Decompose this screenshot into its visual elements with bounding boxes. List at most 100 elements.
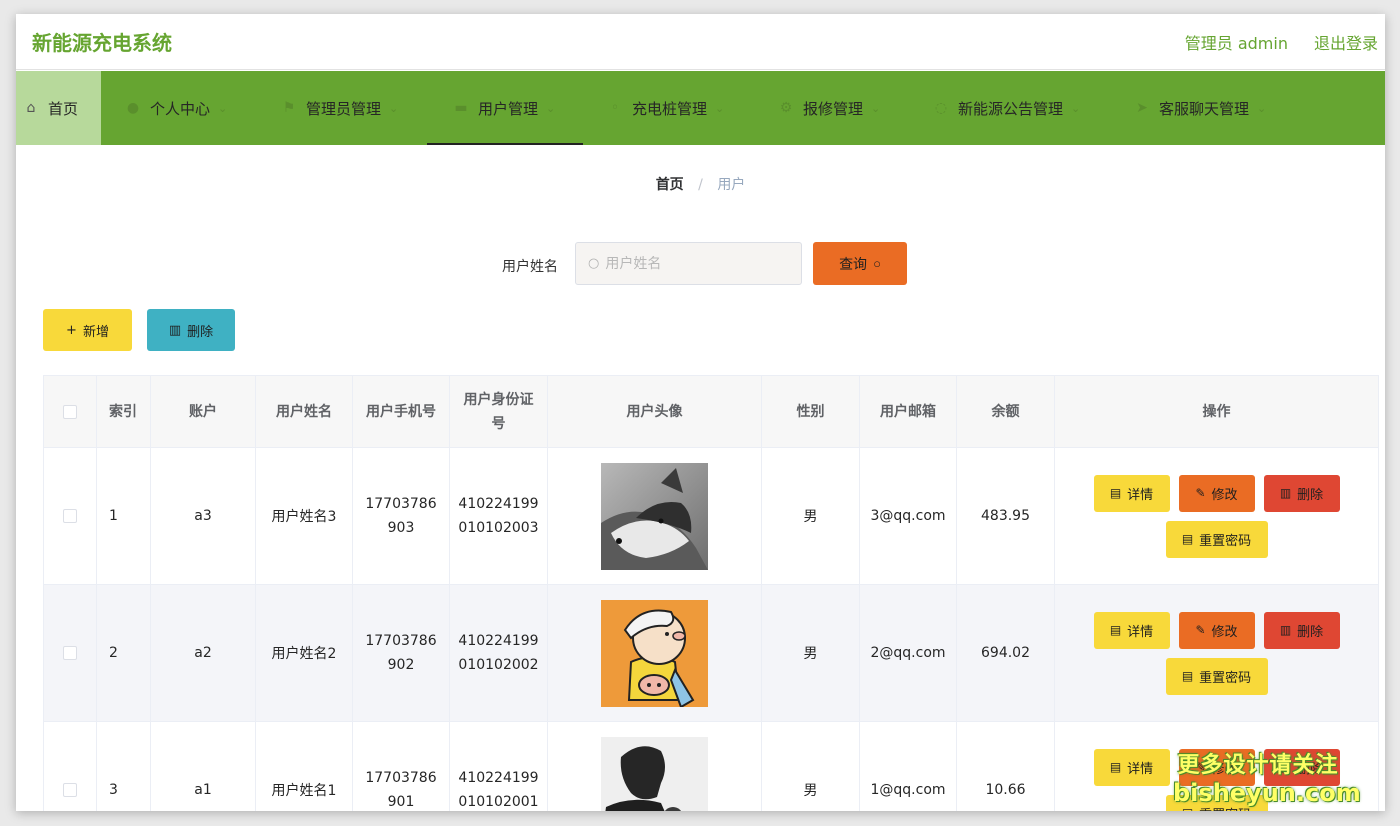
edit-button[interactable]: ✎ 修改 bbox=[1178, 474, 1255, 512]
name-cell: 用户姓名2 bbox=[255, 584, 353, 722]
gender-cell: 男 bbox=[761, 721, 860, 811]
top-header: 新能源充电系统 管理员 admin 退出登录 bbox=[16, 14, 1385, 70]
nav-item-label: 新能源公告管理 bbox=[958, 99, 1064, 118]
select-all-cell bbox=[43, 375, 97, 448]
phone-part: 17703786 bbox=[365, 770, 437, 786]
phone-part: 901 bbox=[387, 794, 415, 810]
balance-cell: 483.95 bbox=[956, 447, 1055, 585]
chevron-down-icon: ⌄ bbox=[1071, 101, 1081, 115]
nav-item-admin[interactable]: ⚑ 管理员管理 ⌄ bbox=[281, 71, 427, 145]
phone-part: 17703786 bbox=[365, 496, 437, 512]
account-cell: a1 bbox=[150, 721, 256, 811]
detail-label: 详情 bbox=[1127, 760, 1154, 776]
add-button-label: 新增 bbox=[82, 324, 109, 340]
row-select-cell bbox=[43, 584, 97, 722]
document-icon: ▤ bbox=[1181, 669, 1194, 683]
avatar bbox=[601, 462, 708, 570]
current-user[interactable]: 管理员 admin bbox=[1185, 30, 1288, 54]
actions-cell: ▤ 详情 ✎ 修改 ▥ 删除 ▤ 重置密码 bbox=[1054, 584, 1379, 722]
email-cell: 1@qq.com bbox=[859, 721, 957, 811]
plus-icon: + bbox=[66, 322, 77, 338]
id-card-cell: 410224199 010102003 bbox=[449, 447, 548, 585]
avatar bbox=[601, 736, 708, 811]
reset-password-button[interactable]: ▤ 重置密码 bbox=[1165, 794, 1268, 811]
table-row: 2 a2 用户姓名2 17703786 902 410224199 01010200… bbox=[43, 584, 1379, 722]
nav-item-chargers[interactable]: ◦ 充电桩管理 ⌄ bbox=[607, 71, 753, 145]
row-checkbox[interactable] bbox=[63, 509, 77, 523]
app-window: 新能源充电系统 管理员 admin 退出登录 ⌂ 首页 ● 个人中心 ⌄ ⚑ 管… bbox=[16, 14, 1385, 811]
nav-item-label: 管理员管理 bbox=[306, 99, 382, 118]
row-select-cell bbox=[43, 721, 97, 811]
id-part: 010102001 bbox=[458, 794, 539, 810]
phone-part: 903 bbox=[387, 520, 415, 536]
breadcrumb-separator: / bbox=[698, 177, 703, 193]
nav-item-profile[interactable]: ● 个人中心 ⌄ bbox=[125, 71, 256, 145]
trash-icon: ▥ bbox=[1279, 486, 1292, 500]
select-all-checkbox[interactable] bbox=[63, 404, 77, 419]
breadcrumb-home[interactable]: 首页 bbox=[656, 177, 684, 193]
table-row: 1 a3 用户姓名3 17703786 903 410224199 01010200… bbox=[43, 447, 1379, 585]
delete-button[interactable]: ▥ 删除 bbox=[1263, 748, 1340, 786]
batch-delete-button[interactable]: ▥ 删除 bbox=[147, 309, 235, 351]
reset-label: 重置密码 bbox=[1199, 669, 1252, 685]
delete-button[interactable]: ▥ 删除 bbox=[1263, 474, 1340, 512]
detail-button[interactable]: ▤ 详情 bbox=[1093, 748, 1170, 786]
document-icon: ▤ bbox=[1182, 806, 1193, 811]
delete-button-label: 删除 bbox=[187, 324, 214, 340]
balance-cell: 694.02 bbox=[956, 584, 1055, 722]
pencil-icon: ✎ bbox=[1195, 623, 1206, 637]
chat-icon: ➤ bbox=[1136, 100, 1148, 116]
id-card-cell: 410224199 010102001 bbox=[449, 721, 548, 811]
gender-cell: 男 bbox=[761, 447, 860, 585]
gender-cell: 男 bbox=[761, 584, 860, 722]
trash-icon: ▥ bbox=[168, 322, 182, 338]
logout-button[interactable]: 退出登录 bbox=[1314, 30, 1378, 54]
nav-item-label: 用户管理 bbox=[478, 99, 539, 118]
index-cell: 1 bbox=[96, 447, 151, 585]
actions-cell: ▤ 详情 ✎ 修改 ▥ 删除 ▤ 重置密码 bbox=[1054, 447, 1379, 585]
query-button-label: 查询 bbox=[839, 255, 868, 272]
nav-item-chat[interactable]: ➤ 客服聊天管理 ⌄ bbox=[1134, 71, 1294, 145]
row-checkbox[interactable] bbox=[63, 783, 77, 797]
pin-icon: ◦ bbox=[610, 100, 620, 116]
nav-item-announcements[interactable]: ◌ 新能源公告管理 ⌄ bbox=[933, 71, 1109, 145]
reset-password-button[interactable]: ▤ 重置密码 bbox=[1165, 657, 1268, 695]
search-input[interactable] bbox=[605, 255, 786, 272]
chevron-down-icon: ⌄ bbox=[715, 101, 725, 115]
nav-item-label: 首页 bbox=[48, 99, 79, 118]
avatar-cell bbox=[547, 447, 762, 585]
add-button[interactable]: + 新增 bbox=[43, 309, 132, 351]
id-part: 410224199 bbox=[458, 770, 539, 786]
breadcrumb-current: 用户 bbox=[717, 177, 746, 193]
detail-button[interactable]: ▤ 详情 bbox=[1093, 611, 1170, 649]
edit-label: 修改 bbox=[1211, 760, 1238, 776]
nav-item-users[interactable]: ▬ 用户管理 ⌄ bbox=[427, 71, 583, 145]
delete-button[interactable]: ▥ 删除 bbox=[1263, 611, 1340, 649]
reset-password-button[interactable]: ▤ 重置密码 bbox=[1165, 520, 1268, 558]
nav-item-label: 个人中心 bbox=[150, 99, 211, 118]
delete-label: 删除 bbox=[1297, 760, 1324, 776]
account-cell: a3 bbox=[150, 447, 256, 585]
name-cell: 用户姓名3 bbox=[255, 447, 353, 585]
phone-cell: 17703786 902 bbox=[352, 584, 450, 722]
nav-item-repairs[interactable]: ⚙ 报修管理 ⌄ bbox=[778, 71, 908, 145]
nav-item-label: 充电桩管理 bbox=[632, 99, 708, 118]
index-cell: 2 bbox=[96, 584, 151, 722]
column-header: 性别 bbox=[761, 375, 860, 448]
search-field[interactable]: ○ bbox=[575, 242, 802, 285]
breadcrumb: 首页 / 用户 bbox=[16, 174, 1385, 194]
email-cell: 2@qq.com bbox=[859, 584, 957, 722]
detail-button[interactable]: ▤ 详情 bbox=[1093, 474, 1170, 512]
row-checkbox[interactable] bbox=[63, 646, 77, 660]
chevron-down-icon: ⌄ bbox=[871, 101, 881, 115]
actions-cell: ▤ 详情 ✎ 修改 ▥ 删除 ▤ 重置密码 bbox=[1054, 721, 1379, 811]
edit-button[interactable]: ✎ 修改 bbox=[1178, 748, 1255, 786]
detail-label: 详情 bbox=[1127, 623, 1154, 639]
column-header: 用户身份证号 bbox=[449, 375, 548, 448]
nav-item-home[interactable]: ⌂ 首页 bbox=[16, 71, 101, 145]
id-part: 010102002 bbox=[458, 657, 539, 673]
id-part: 410224199 bbox=[458, 633, 539, 649]
avatar-cell bbox=[547, 721, 762, 811]
query-button[interactable]: 查询 ○ bbox=[813, 242, 907, 285]
edit-button[interactable]: ✎ 修改 bbox=[1178, 611, 1255, 649]
